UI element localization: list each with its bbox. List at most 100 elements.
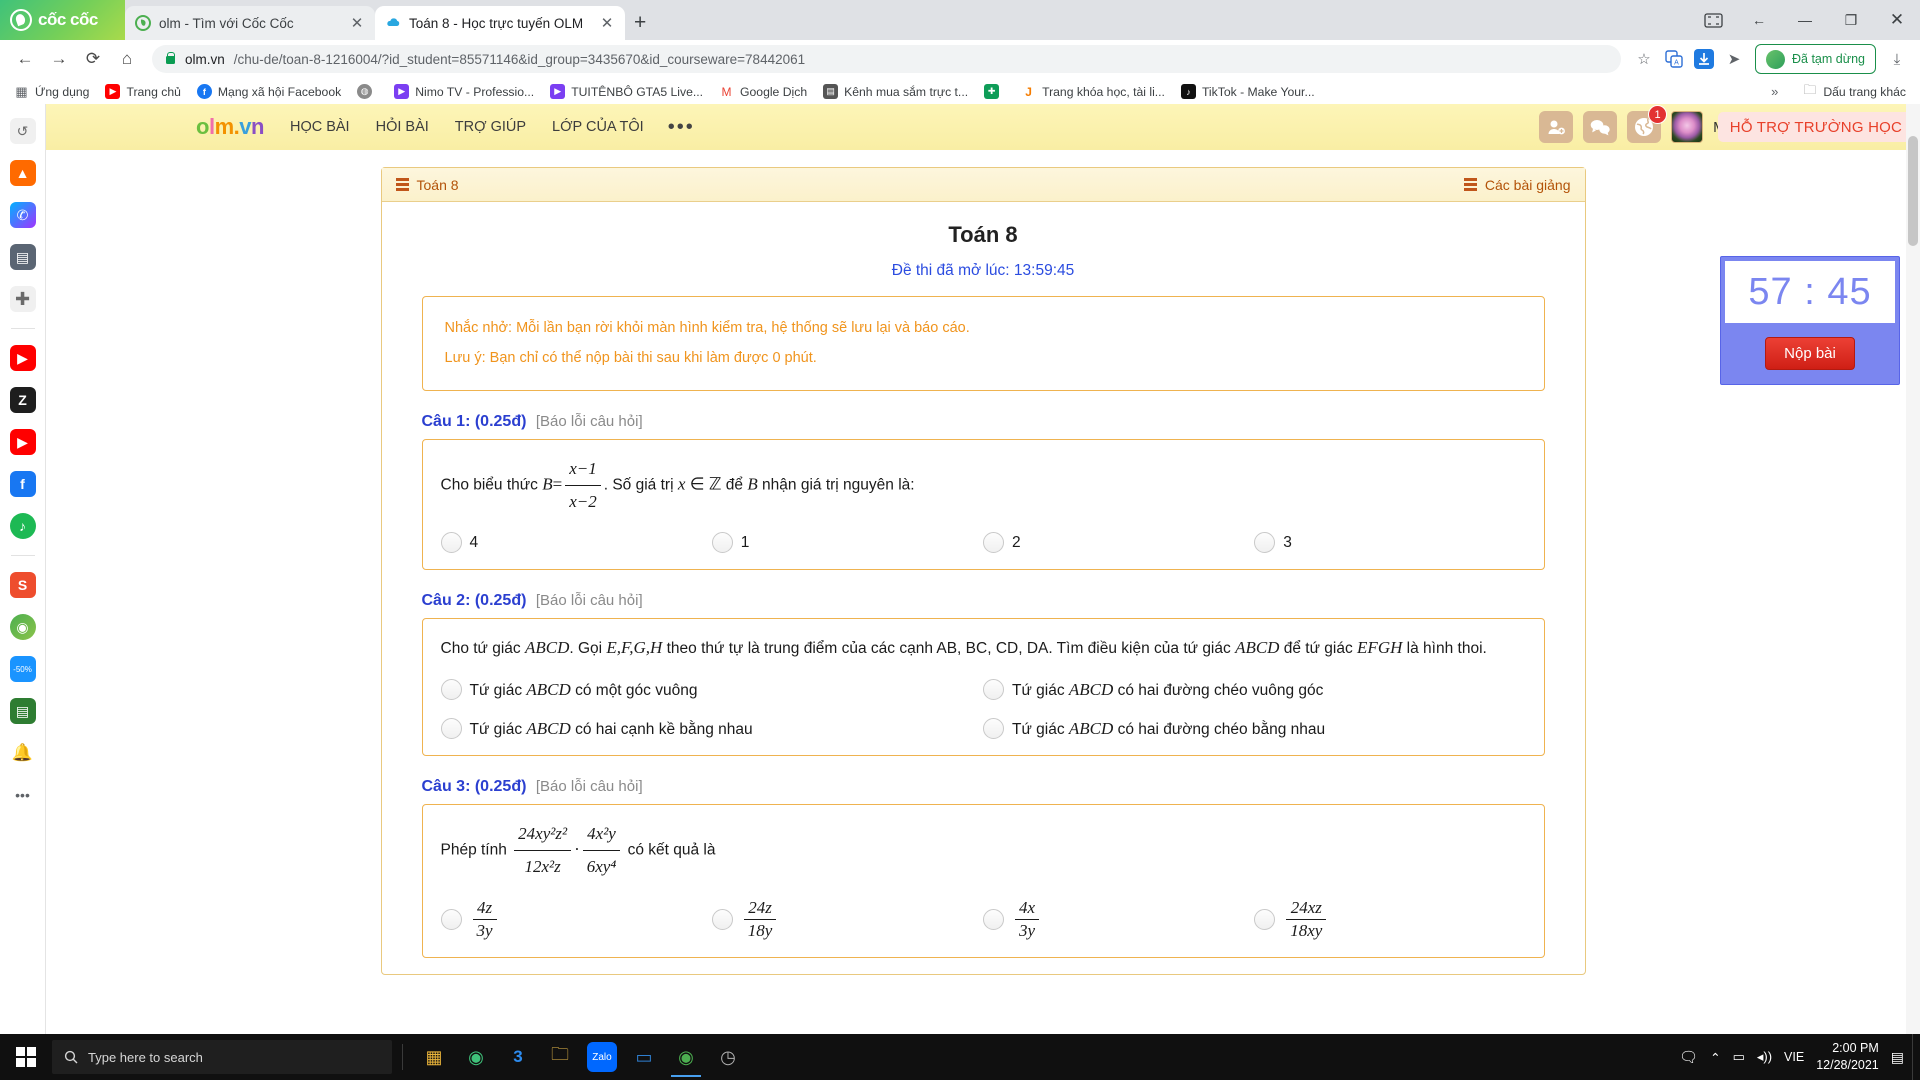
translate-icon[interactable]: A [1659, 44, 1689, 74]
nav-more-icon[interactable]: ••• [668, 117, 695, 137]
tiki-icon[interactable]: -50% [9, 656, 36, 682]
book-icon[interactable]: ▤ [9, 698, 36, 724]
bookmark-item-khoahoc[interactable]: J Trang khóa học, tài li... [1013, 80, 1173, 104]
question-3-option-1[interactable]: 24z 18y [711, 898, 983, 941]
taskbar-app-zoom3[interactable]: 3 [497, 1037, 539, 1077]
paused-status-button[interactable]: Đã tạm dừng [1755, 44, 1876, 74]
question-3-option-3[interactable]: 24xz 18xy [1254, 898, 1525, 941]
report-question-link[interactable]: [Báo lỗi câu hỏi] [536, 778, 643, 795]
history-icon[interactable]: ↺ [9, 118, 36, 144]
bookmark-item-tiktok[interactable]: ♪ TikTok - Make Your... [1173, 80, 1323, 104]
network-icon[interactable]: ▭ [1733, 1049, 1745, 1065]
question-1-option-1[interactable]: 1 [711, 532, 983, 554]
add-friend-icon[interactable] [1539, 111, 1574, 143]
shopee-icon[interactable]: S [9, 572, 36, 598]
window-back-icon[interactable]: ← [1736, 0, 1782, 40]
nav-item-hoi-bai[interactable]: HỎI BÀI [376, 119, 429, 135]
reload-icon[interactable]: ⟳ [76, 42, 110, 76]
add-icon[interactable]: ✚ [9, 286, 36, 312]
olm-logo[interactable]: olm.vn [196, 114, 264, 140]
taskbar-app-clock[interactable]: ◷ [707, 1037, 749, 1077]
taskbar-app-explorer[interactable]: 🗀 [539, 1037, 581, 1077]
maximize-button[interactable]: ❐ [1828, 0, 1874, 40]
fire-icon[interactable]: ▲ [9, 160, 36, 186]
bell-icon[interactable]: 🔔 [10, 740, 36, 766]
nav-item-lop-cua-toi[interactable]: LỚP CỦA TÔI [552, 119, 644, 135]
youtube-icon[interactable]: ▶ [9, 345, 36, 371]
taskbar-app-store[interactable]: ▦ [413, 1037, 455, 1077]
browser-tab-0[interactable]: olm - Tìm với Cốc Cốc ✕ [125, 6, 375, 40]
close-window-button[interactable]: ✕ [1874, 0, 1920, 40]
question-1-option-2[interactable]: 2 [983, 532, 1254, 554]
chrome-icon[interactable]: ◉ [9, 614, 36, 640]
question-2-option-0[interactable]: Tứ giác ABCD có một góc vuông [440, 679, 984, 701]
radio-icon[interactable] [1254, 908, 1276, 930]
nav-item-hoc-bai[interactable]: HỌC BÀI [290, 119, 350, 135]
bookmark-item-shopping[interactable]: ▤ Kênh mua sắm trực t... [815, 80, 976, 104]
screenshot-icon[interactable] [1690, 0, 1736, 40]
bookmark-item-youtube[interactable]: ▶ Trang chủ [97, 80, 188, 104]
bookmark-star-icon[interactable]: ☆ [1629, 44, 1659, 74]
tab-close-button[interactable]: ✕ [349, 14, 365, 32]
bookmark-item-facebook[interactable]: f Mạng xã hội Facebook [189, 80, 349, 104]
back-button[interactable]: ← [8, 42, 42, 76]
radio-icon[interactable] [711, 532, 733, 554]
radio-icon[interactable] [983, 718, 1004, 740]
taskbar-app-zalo[interactable]: Zalo [587, 1042, 617, 1072]
forward-button[interactable]: → [42, 42, 76, 76]
show-desktop-button[interactable] [1912, 1034, 1920, 1080]
radio-icon[interactable] [440, 718, 462, 740]
nav-item-tro-giup[interactable]: TRỢ GIÚP [455, 119, 526, 135]
action-center-icon[interactable]: ▤ [1891, 1049, 1904, 1066]
radio-icon[interactable] [440, 679, 462, 701]
other-bookmarks-button[interactable]: 🗀 Dấu trang khác [1794, 80, 1914, 104]
radio-icon[interactable] [983, 532, 1004, 554]
minimize-button[interactable]: — [1782, 0, 1828, 40]
pointer-icon[interactable]: ➤ [1719, 44, 1749, 74]
bookmark-item-google-dich[interactable]: M Google Dịch [711, 80, 815, 104]
radio-icon[interactable] [983, 679, 1004, 701]
radio-icon[interactable] [711, 908, 733, 930]
messages-icon[interactable] [1583, 111, 1618, 143]
address-bar[interactable]: olm.vn/chu-de/toan-8-1216004/?id_student… [152, 45, 1621, 73]
report-question-link[interactable]: [Báo lỗi câu hỏi] [536, 592, 643, 609]
radio-icon[interactable] [1254, 532, 1276, 554]
question-3-option-0[interactable]: 4z 3y [440, 898, 712, 941]
scrollbar-thumb[interactable] [1908, 136, 1918, 246]
home-icon[interactable]: ⌂ [110, 42, 144, 76]
page-scrollbar[interactable] [1906, 104, 1920, 1034]
downloads-tray-icon[interactable]: ⤓ [1882, 44, 1912, 74]
radio-icon[interactable] [440, 532, 462, 554]
youtube-2-icon[interactable]: ▶ [9, 429, 36, 455]
facebook-icon[interactable]: f [9, 471, 36, 497]
browser-tab-1[interactable]: Toán 8 - Học trực tuyến OLM ✕ [375, 6, 625, 40]
speaker-icon[interactable]: ◂)) [1757, 1049, 1772, 1065]
bookmark-item-nimo[interactable]: ▶ Nimo TV - Professio... [386, 80, 542, 104]
taskbar-app-coccoc-active[interactable]: ◉ [665, 1037, 707, 1077]
card-right-link[interactable]: Các bài giảng [1463, 177, 1571, 193]
zing-icon[interactable]: Z [9, 387, 36, 413]
notifications-globe-icon[interactable]: 1 [1627, 105, 1668, 143]
support-button[interactable]: HỖ TRỢ TRƯỜNG HỌC [1717, 112, 1914, 142]
bookmarks-overflow-button[interactable]: » [1765, 84, 1784, 99]
taskbar-app-coccoc[interactable]: ◉ [455, 1037, 497, 1077]
question-2-option-2[interactable]: Tứ giác ABCD có hai cạnh kề bằng nhau [440, 718, 984, 740]
more-icon[interactable]: ••• [10, 782, 36, 808]
question-3-option-2[interactable]: 4x 3y [983, 898, 1254, 941]
tray-language[interactable]: VIE [1784, 1050, 1804, 1064]
spotify-icon[interactable]: ♪ [9, 513, 36, 539]
bookmark-item-tuitenbo[interactable]: ▶ TUITÊNBÔ GTA5 Live... [542, 80, 711, 104]
tray-notification-icon[interactable]: 🗨 [1679, 1048, 1698, 1066]
windows-start-icon[interactable] [0, 1034, 52, 1080]
question-1-option-3[interactable]: 3 [1254, 532, 1525, 554]
report-question-link[interactable]: [Báo lỗi câu hỏi] [536, 413, 643, 430]
submit-exam-button[interactable]: Nộp bài [1765, 337, 1855, 370]
radio-icon[interactable] [440, 908, 462, 930]
question-2-option-3[interactable]: Tứ giác ABCD có hai đường chéo bằng nhau [983, 718, 1526, 740]
taskbar-search-input[interactable]: Type here to search [52, 1040, 392, 1074]
radio-icon[interactable] [983, 908, 1004, 930]
new-tab-button[interactable]: + [634, 12, 646, 33]
avatar[interactable] [1671, 111, 1704, 143]
taskbar-clock[interactable]: 2:00 PM 12/28/2021 [1816, 1040, 1879, 1074]
question-2-option-1[interactable]: Tứ giác ABCD có hai đường chéo vuông góc [983, 679, 1526, 701]
